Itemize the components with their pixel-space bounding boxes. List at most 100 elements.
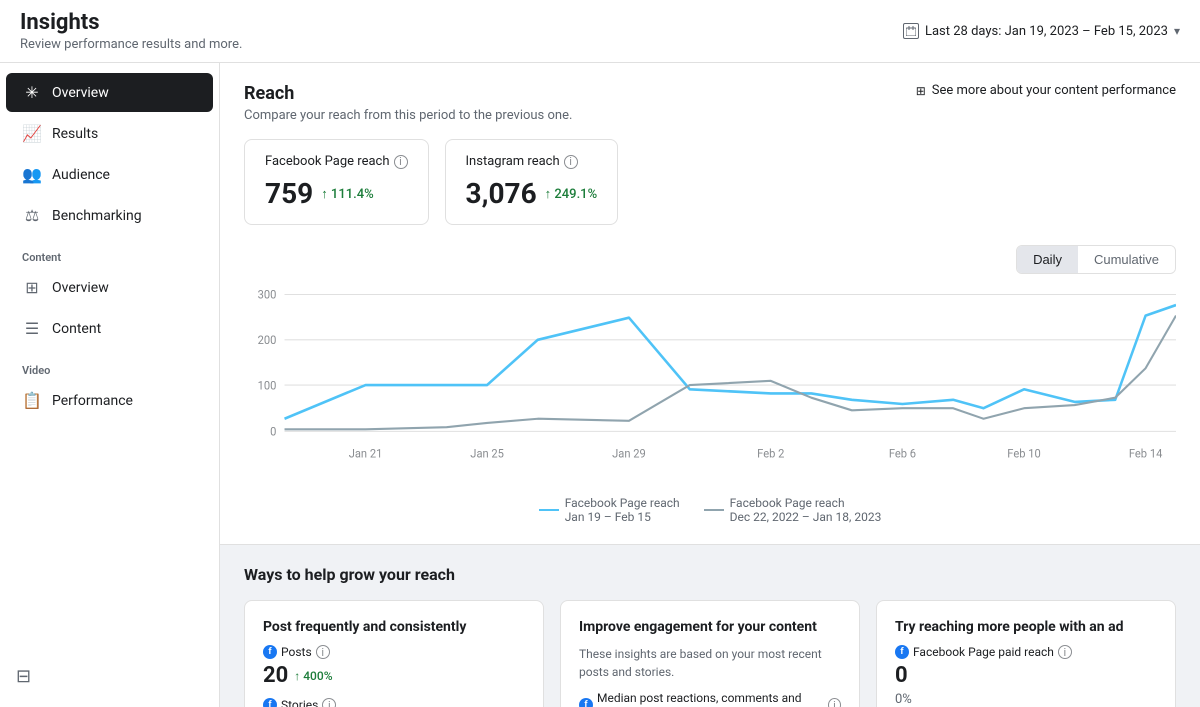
list-icon: ☰ <box>22 319 42 338</box>
svg-text:100: 100 <box>258 378 277 392</box>
info-icon-posts[interactable]: i <box>316 645 330 659</box>
asterisk-icon: ✳ <box>22 83 42 102</box>
sidebar-item-audience[interactable]: 👥 Audience <box>6 155 213 194</box>
sidebar-label-content-overview: Overview <box>52 280 109 296</box>
reach-header-left: Reach Compare your reach from this perio… <box>244 83 572 123</box>
ig-reach-label: Instagram reach <box>466 154 560 169</box>
svg-text:Feb 2: Feb 2 <box>757 446 784 460</box>
see-more-link[interactable]: ⊞ See more about your content performanc… <box>916 83 1176 98</box>
stories-text: Stories <box>281 698 318 707</box>
fb-icon-stories: f <box>263 698 277 707</box>
reach-header: Reach Compare your reach from this perio… <box>244 83 1176 123</box>
grow-cards: Post frequently and consistently f Posts… <box>244 600 1176 707</box>
instagram-metric-label: Instagram reach i <box>466 154 598 169</box>
benchmark-icon: ⚖ <box>22 206 42 225</box>
sidebar-label-performance: Performance <box>52 393 133 409</box>
sidebar-label-content: Content <box>52 321 101 337</box>
daily-toggle-btn[interactable]: Daily <box>1017 246 1078 273</box>
people-icon: 👥 <box>22 165 42 184</box>
posts-number: 20 <box>263 663 288 688</box>
reach-chart: 300 200 100 0 Jan 21 Jan 25 Jan 29 Feb 2… <box>244 284 1176 484</box>
post-card-title: Post frequently and consistently <box>263 619 525 635</box>
svg-text:Jan 29: Jan 29 <box>612 446 646 460</box>
legend-label-fb-current: Facebook Page reachJan 19 – Feb 15 <box>565 496 680 524</box>
chart-legend: Facebook Page reachJan 19 – Feb 15 Faceb… <box>244 496 1176 524</box>
grow-title: Ways to help grow your reach <box>244 565 1176 584</box>
sidebar-label-audience: Audience <box>52 167 110 183</box>
median-reactions-label: f Median post reactions, comments and sh… <box>579 691 841 707</box>
see-more-label: See more about your content performance <box>932 83 1176 98</box>
legend-label-fb-previous: Facebook Page reachDec 22, 2022 – Jan 18… <box>730 496 882 524</box>
sidebar-item-results[interactable]: 📈 Results <box>6 114 213 153</box>
sidebar-item-content[interactable]: ☰ Content <box>6 309 213 348</box>
sidebar-label-benchmarking: Benchmarking <box>52 208 142 224</box>
legend-item-fb-previous: Facebook Page reachDec 22, 2022 – Jan 18… <box>704 496 882 524</box>
sidebar-item-content-overview[interactable]: ⊞ Overview <box>6 268 213 307</box>
fb-icon-paid: f <box>895 645 909 659</box>
chart-icon: 📈 <box>22 124 42 143</box>
facebook-metric-card: Facebook Page reach i 759 ↑ 111.4% <box>244 139 429 225</box>
svg-text:Feb 6: Feb 6 <box>889 446 916 460</box>
cumulative-toggle-btn[interactable]: Cumulative <box>1078 246 1175 273</box>
paid-reach-label: f Facebook Page paid reach i <box>895 645 1157 659</box>
legend-line-fb-current <box>539 509 559 511</box>
median-reactions-text: Median post reactions, comments and shar… <box>597 691 824 707</box>
posts-text: Posts <box>281 645 312 659</box>
grow-card-engagement: Improve engagement for your content Thes… <box>560 600 860 707</box>
stories-label: f Stories i <box>263 698 525 707</box>
reach-title: Reach <box>244 83 572 104</box>
sidebar-label-overview: Overview <box>52 85 109 101</box>
metrics-row: Facebook Page reach i 759 ↑ 111.4% Insta… <box>244 139 1176 225</box>
info-icon-fb[interactable]: i <box>394 155 408 169</box>
instagram-metric-value: 3,076 ↑ 249.1% <box>466 177 598 210</box>
info-icon-ig[interactable]: i <box>564 155 578 169</box>
paid-reach-text: Facebook Page paid reach <box>913 645 1054 659</box>
chart-toggle: Daily Cumulative <box>1016 245 1176 274</box>
performance-icon: 📋 <box>22 391 42 410</box>
chart-controls: Daily Cumulative <box>244 245 1176 274</box>
info-icon-paid[interactable]: i <box>1058 645 1072 659</box>
paid-reach-number: 0 <box>895 663 908 688</box>
video-section-label: Video <box>0 354 219 381</box>
grow-card-post: Post frequently and consistently f Posts… <box>244 600 544 707</box>
header-left: Insights Review performance results and … <box>20 10 242 52</box>
fb-reach-number: 759 <box>265 177 313 210</box>
svg-text:Feb 10: Feb 10 <box>1007 446 1040 460</box>
posts-label: f Posts i <box>263 645 525 659</box>
sidebar-item-overview[interactable]: ✳ Overview <box>6 73 213 112</box>
ig-reach-number: 3,076 <box>466 177 537 210</box>
grid-icon: ⊞ <box>22 278 42 297</box>
chevron-down-icon: ▾ <box>1174 24 1180 38</box>
svg-text:Jan 21: Jan 21 <box>349 446 383 460</box>
content-section-label: Content <box>0 241 219 268</box>
legend-item-fb-current: Facebook Page reachJan 19 – Feb 15 <box>539 496 680 524</box>
facebook-metric-label: Facebook Page reach i <box>265 154 408 169</box>
sidebar-label-results: Results <box>52 126 98 142</box>
info-icon-stories[interactable]: i <box>322 698 336 707</box>
info-icon-reactions[interactable]: i <box>828 698 841 707</box>
page-title: Insights <box>20 10 242 35</box>
reach-section: Reach Compare your reach from this perio… <box>220 63 1200 545</box>
chart-wrapper: 300 200 100 0 Jan 21 Jan 25 Jan 29 Feb 2… <box>244 284 1176 484</box>
calendar-icon <box>903 23 919 39</box>
content-area: Reach Compare your reach from this perio… <box>220 63 1200 707</box>
date-range-label: Last 28 days: Jan 19, 2023 – Feb 15, 202… <box>925 24 1168 39</box>
svg-text:300: 300 <box>258 288 277 302</box>
date-range-selector[interactable]: Last 28 days: Jan 19, 2023 – Feb 15, 202… <box>903 23 1180 39</box>
legend-line-fb-previous <box>704 509 724 511</box>
fb-icon-posts: f <box>263 645 277 659</box>
collapse-icon[interactable]: ⊟ <box>16 666 31 687</box>
reach-subtitle: Compare your reach from this period to t… <box>244 108 572 123</box>
ad-card-title: Try reaching more people with an ad <box>895 619 1157 635</box>
sidebar-item-benchmarking[interactable]: ⚖ Benchmarking <box>6 196 213 235</box>
svg-text:Feb 14: Feb 14 <box>1129 446 1163 460</box>
sidebar: ✳ Overview 📈 Results 👥 Audience ⚖ Benchm… <box>0 63 220 707</box>
grow-card-ad: Try reaching more people with an ad f Fa… <box>876 600 1176 707</box>
main-layout: ✳ Overview 📈 Results 👥 Audience ⚖ Benchm… <box>0 63 1200 707</box>
posts-value: 20 ↑ 400% <box>263 663 525 688</box>
svg-text:0: 0 <box>270 424 276 438</box>
sidebar-item-performance[interactable]: 📋 Performance <box>6 381 213 420</box>
link-icon: ⊞ <box>916 84 926 98</box>
top-header: Insights Review performance results and … <box>0 0 1200 63</box>
paid-reach-value: 0 <box>895 663 1157 688</box>
